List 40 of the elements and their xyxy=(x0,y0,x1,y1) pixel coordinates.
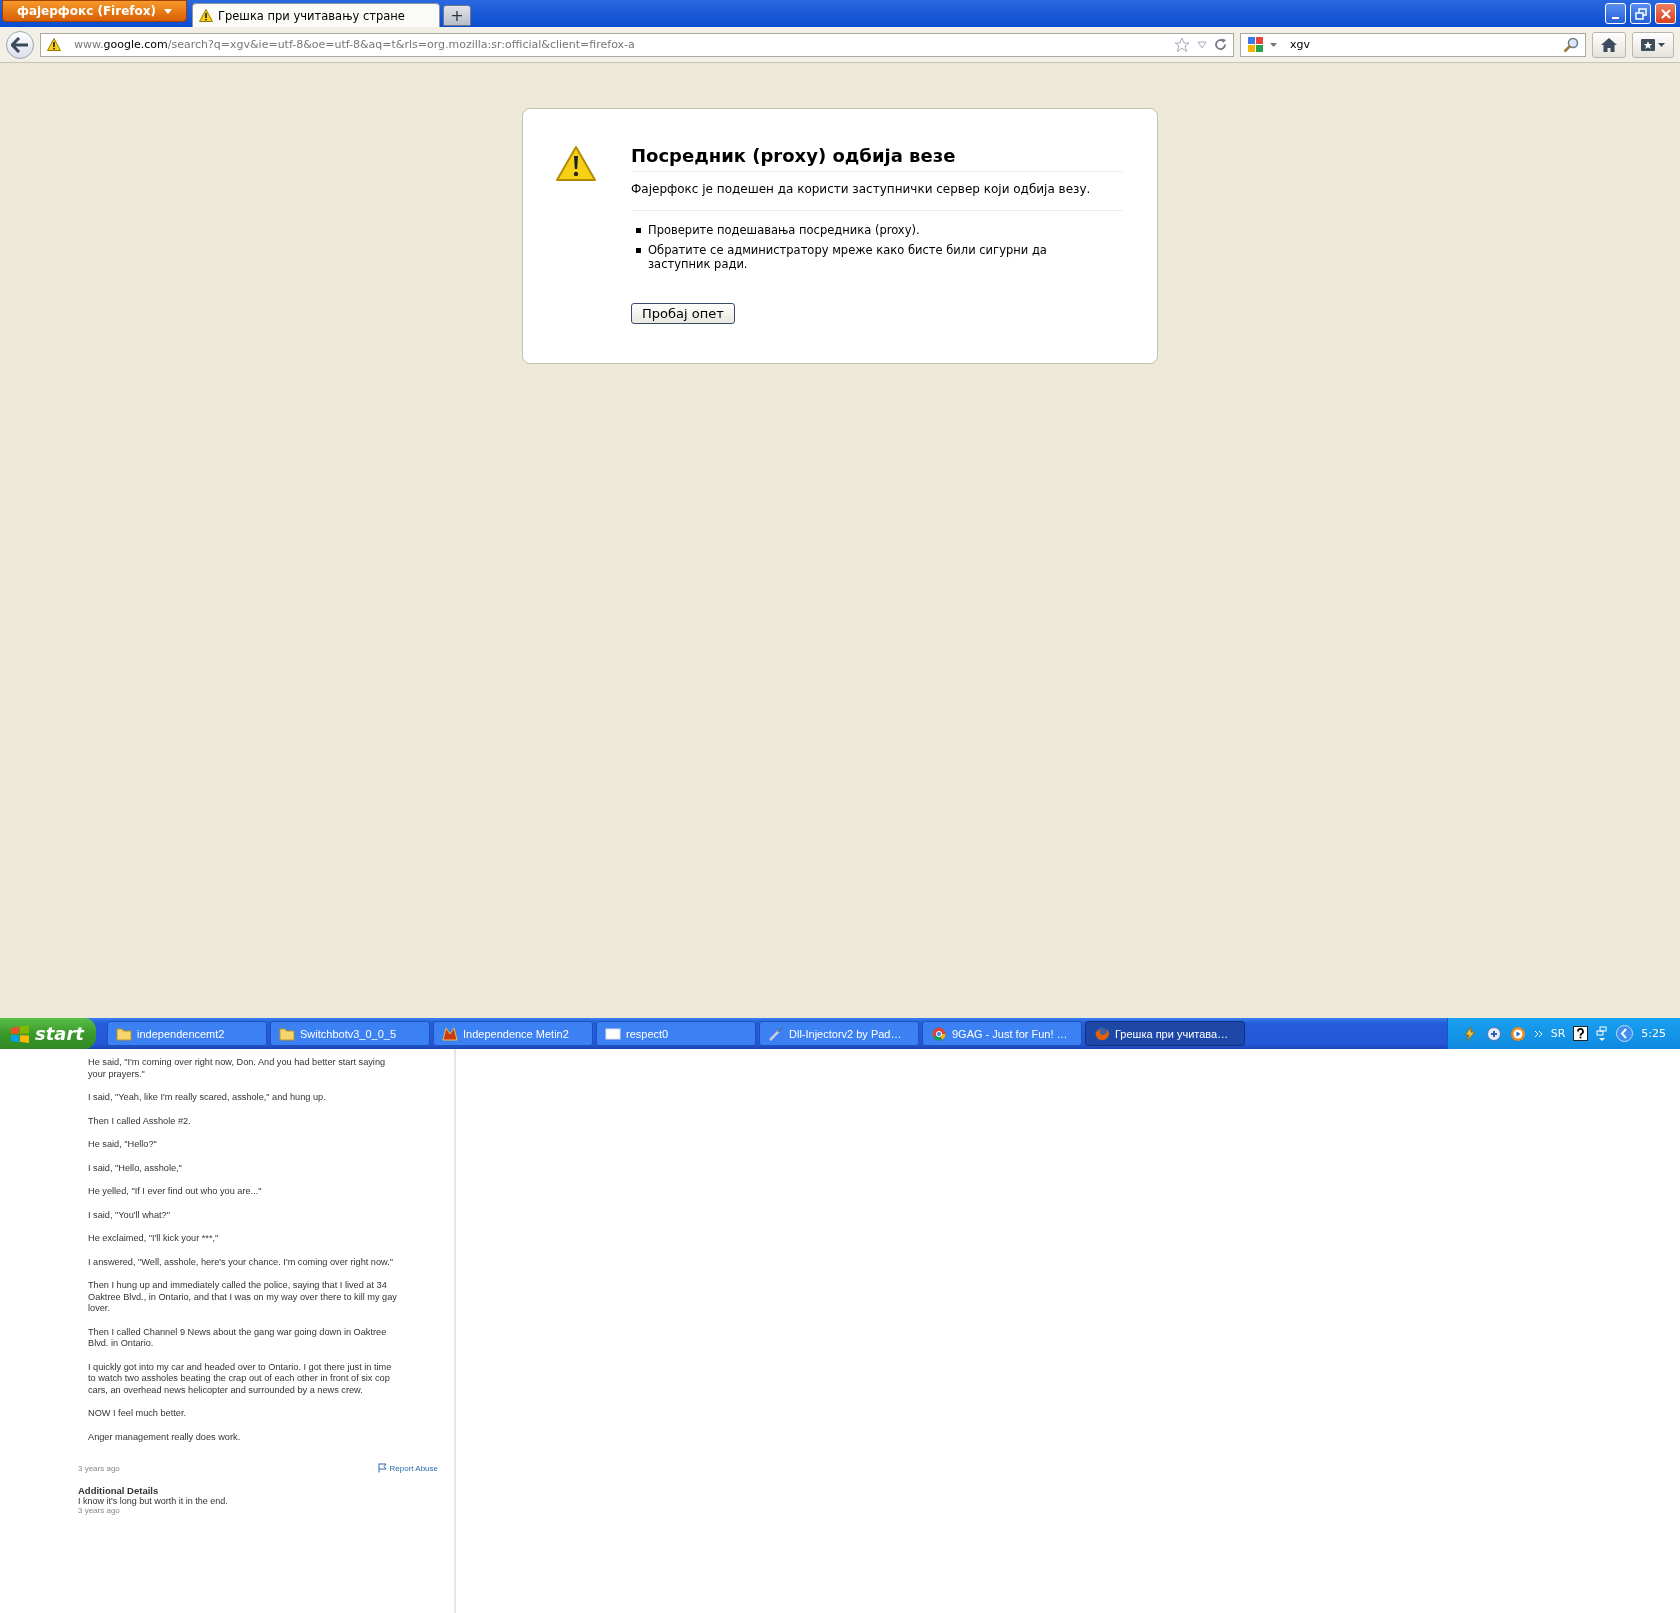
timestamp: 3 years ago xyxy=(78,1506,121,1515)
address-bar[interactable]: www.google.com/search?q=xgv&ie=utf-8&oe=utf-8&aq=t&rls=org.mozilla:sr:official&client=firefox-a xyxy=(40,32,1234,57)
taskbar-button[interactable]: Dll-Injectorv2 by Pad… xyxy=(759,1021,919,1046)
tab-title: Грешка при учитавању стране xyxy=(218,8,405,23)
answer-paragraph: Then I hung up and immediately called the police, saying that I lived at 34 Oaktree Blvd., in Ontario, and that I was on my way over there to kill my gay lover. xyxy=(88,1280,398,1315)
error-title: Посредник (proxy) одбија везе xyxy=(631,145,1123,172)
answer-paragraph: I said, "Hello, asshole," xyxy=(88,1162,183,1174)
answer-paragraph: NOW I feel much better. xyxy=(88,1408,188,1420)
answer-paragraph: I answered, "Well, asshole, here's your chance. I'm coming over right now." xyxy=(88,1256,395,1268)
taskbar-button[interactable]: Independence Metin2 xyxy=(433,1021,593,1046)
search-field[interactable]: xgv xyxy=(1240,32,1586,57)
try-again-button[interactable]: Пробај опет xyxy=(631,303,735,324)
taskbar-button[interactable]: Switchbotv3_0_0_5 xyxy=(270,1021,430,1046)
details-title: Additional Details xyxy=(78,1485,160,1496)
taskbar-button[interactable]: Грешка при учитава… xyxy=(1085,1021,1245,1046)
suggestion-text: Обратите се администратору мреже како бисте били сигурни да заступник ради. xyxy=(648,243,1048,271)
answer-paragraph: I said, "Yeah, like I'm really scared, asshole," and hung up. xyxy=(88,1092,327,1104)
timestamp: 3 years ago xyxy=(78,1463,120,1473)
answer-paragraph: Then I called Asshole #2. xyxy=(88,1115,192,1127)
error-message: Фајерфокс је подешен да користи заступнички сервер који одбија везу. xyxy=(631,182,1123,211)
new-tab-button[interactable]: + xyxy=(443,5,471,26)
answer-paragraph: He said, "I'm coming over right now, Don. And you had better start saying your prayers." xyxy=(88,1057,387,1080)
answer-paragraph: He said, "Hello?" xyxy=(88,1139,158,1151)
report-abuse-link[interactable]: Report Abuse xyxy=(377,1463,438,1473)
clock: 5:25 xyxy=(1641,1027,1666,1040)
taskbar-button[interactable]: independencemt2 xyxy=(107,1021,267,1046)
taskbar-button[interactable]: respect0 xyxy=(596,1021,756,1046)
taskbar-button[interactable]: 9GAG - Just for Fun! … xyxy=(922,1021,1082,1046)
answer-paragraph: He yelled, "If I ever find out who you are..." xyxy=(88,1186,263,1198)
language-indicator[interactable]: SR xyxy=(1550,1027,1566,1040)
browser-tab[interactable]: Грешка при учитавању стране xyxy=(192,3,440,27)
firefox-menu-button[interactable]: фајерфокс (Firefox) xyxy=(2,0,187,22)
answer-paragraph: Then I called Channel 9 News about the gang war going down in Oaktree Blvd. in Ontario. xyxy=(88,1326,388,1350)
answer-paragraph: Anger management really does work. xyxy=(88,1431,242,1443)
details-text: I know it's long but worth it in the end. xyxy=(78,1496,229,1506)
start-button[interactable]: start xyxy=(0,1018,96,1049)
answer-paragraph: I said, "You'll what?" xyxy=(88,1209,171,1221)
answer-paragraph: He exclaimed, "I'll kick your ***," xyxy=(88,1233,220,1245)
suggestion-text: Проверите подешавања посредника (proxy). xyxy=(648,223,920,237)
answer-paragraph: I quickly got into my car and headed over to Ontario. I got there just in time to watch two assholes beating the crap out of each other in front of six cop cars, an overhead news helicopter and surrounded by a news crew. xyxy=(88,1361,393,1396)
